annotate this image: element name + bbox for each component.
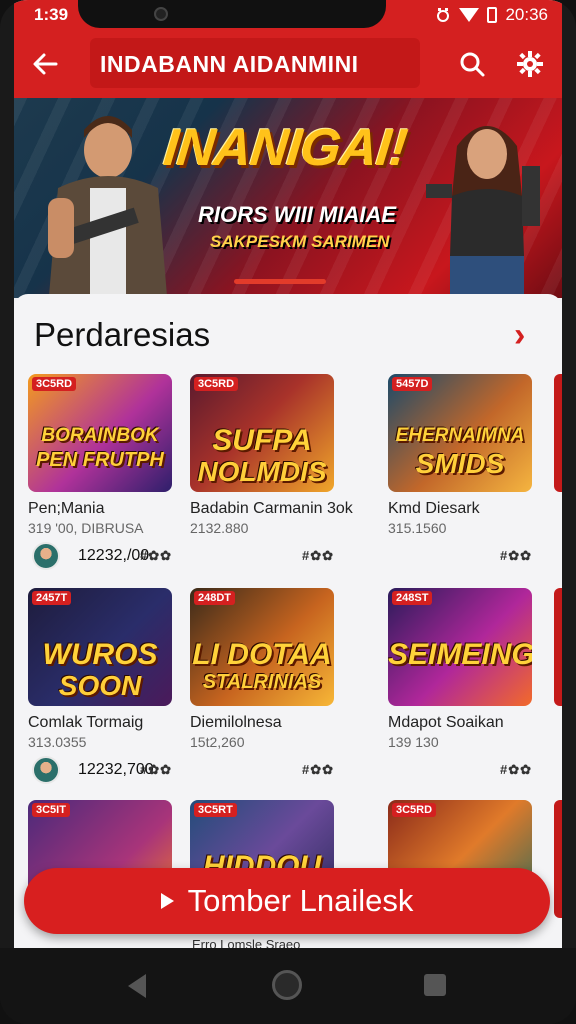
banner-title: INANIGAI! [160, 119, 410, 177]
game-meta: #✿✿ [190, 542, 338, 570]
rating-icons: #✿✿ [499, 548, 532, 563]
screen: 1:39 20:36 INDABANN AIDANMINI INANIGAI! … [14, 0, 562, 948]
phone-frame: 1:39 20:36 INDABANN AIDANMINI INANIGAI! … [0, 0, 576, 1024]
game-art-title: WUROS [42, 638, 158, 671]
game-thumbnail[interactable]: 3C5RD SUFPA NOLMDIS [190, 374, 334, 492]
promo-banner[interactable]: INANIGAI! RIORS WIII MIAIAE SAKPESKM SAR… [14, 98, 562, 298]
game-art-subtitle: STALRINIAS [202, 671, 322, 693]
see-all-chevron-icon[interactable]: › [514, 318, 544, 352]
game-art-subtitle: PEN FRUTPH [36, 449, 164, 471]
game-name[interactable]: Mdapot Soaikan [388, 714, 504, 732]
game-tag-badge: 3C5RD [194, 377, 239, 391]
nav-home-icon[interactable] [272, 970, 302, 1000]
status-bar: 1:39 20:36 [14, 0, 562, 30]
game-meta: #✿✿ [388, 756, 536, 784]
game-tag-badge: 3C5RD [32, 377, 77, 391]
game-stat: 313.0355 [28, 734, 87, 750]
rating-icons: #✿✿ [301, 548, 334, 563]
game-thumbnail[interactable]: 248DT LI DOTAA STALRINIAS [190, 588, 334, 706]
wifi-icon [459, 8, 480, 22]
banner-tagline: SAKPESKM SARIMEN [210, 232, 390, 251]
status-icons: 20:36 [435, 5, 548, 25]
game-stat: 15t2,260 [190, 734, 245, 750]
app-title: INDABANN AIDANMINI [90, 38, 420, 88]
game-art-subtitle: SOON [58, 670, 142, 701]
settings-button[interactable] [512, 46, 548, 82]
partial-card[interactable] [554, 800, 562, 918]
nav-recents-icon[interactable] [424, 974, 446, 996]
partial-card[interactable] [554, 374, 562, 492]
game-thumbnail[interactable]: 5457D EHERNAIMNA SMIDS [388, 374, 532, 492]
game-stat: 315.1560 [388, 520, 447, 536]
game-art-title: SEIMEING [388, 638, 532, 671]
game-tag-badge: 3C5IT [32, 803, 70, 817]
game-name[interactable]: Comlak Tormaig [28, 714, 143, 732]
game-art-title: SUFPA [212, 424, 312, 457]
nav-back-icon[interactable] [128, 974, 146, 998]
notch [78, 0, 386, 28]
system-nav-bar [0, 948, 576, 1024]
game-meta: 12232,700 #✿✿ [28, 756, 176, 784]
avatar[interactable] [32, 542, 60, 570]
search-icon [460, 52, 485, 77]
game-art-subtitle: SMIDS [415, 448, 505, 479]
hero-soldier-image [48, 116, 168, 298]
primary-cta-button[interactable]: Tomber Lnailesk [24, 868, 550, 934]
alarm-icon [437, 8, 450, 22]
game-tag-badge: 3C5RT [194, 803, 237, 817]
section-title: Perdaresias [34, 316, 211, 353]
avatar[interactable] [32, 756, 60, 784]
game-stat: 139 130 [388, 734, 439, 750]
camera-icon [154, 7, 168, 21]
game-thumbnail[interactable]: 2457T WUROS SOON [28, 588, 172, 706]
game-name[interactable]: Pen;Mania [28, 500, 105, 518]
player-count: 12232,/00 [78, 547, 150, 564]
game-thumbnail[interactable]: 248ST SEIMEING [388, 588, 532, 706]
hidden-card-title: Erro Lomsle Sraeo [192, 937, 301, 948]
partial-card[interactable] [554, 588, 562, 706]
rating-icons: #✿✿ [139, 762, 172, 777]
gear-icon [517, 51, 543, 77]
game-name[interactable]: Badabin Carmanin 3ok [190, 500, 353, 518]
play-icon [160, 893, 174, 909]
game-art-title: BORAINBOK [41, 425, 159, 446]
rating-icons: #✿✿ [499, 762, 532, 777]
rating-icons: #✿✿ [301, 762, 334, 777]
carousel-indicator [234, 279, 326, 284]
banner-subtitle: RIORS WIII MIAIAE [198, 202, 396, 227]
status-clock: 20:36 [505, 5, 548, 24]
search-button[interactable] [454, 46, 490, 82]
game-thumbnail[interactable]: 3C5RD BORAINBOK PEN FRUTPH [28, 374, 172, 492]
game-tag-badge: 2457T [32, 591, 72, 605]
game-tag-badge: 248DT [194, 591, 236, 605]
back-arrow-icon[interactable] [30, 48, 64, 82]
game-name[interactable]: Kmd Diesark [388, 500, 480, 518]
game-art-subtitle: NOLMDIS [197, 456, 327, 487]
app-bar: INDABANN AIDANMINI [14, 30, 562, 98]
game-tag-badge: 5457D [392, 377, 433, 391]
cta-label: Tomber Lnailesk [187, 883, 414, 918]
game-art-title: EHERNAIMNA [395, 425, 525, 446]
game-name[interactable]: Diemilolnesa [190, 714, 282, 732]
game-stat: 2132.880 [190, 520, 249, 536]
game-meta: #✿✿ [388, 542, 536, 570]
game-meta: 12232,/00 #✿✿ [28, 542, 176, 570]
game-stat: 319 '00, DIBRUSA [28, 520, 144, 536]
battery-icon [487, 7, 498, 23]
rating-icons: #✿✿ [139, 548, 172, 563]
game-tag-badge: 248ST [392, 591, 433, 605]
game-meta: #✿✿ [190, 756, 338, 784]
game-tag-badge: 3C5RD [392, 803, 437, 817]
games-panel: Perdaresias › 3C5RD BORAINBOK PEN FRUTPH… [14, 294, 562, 948]
game-art-title: LI DOTAA [192, 638, 332, 671]
status-time: 1:39 [34, 5, 69, 24]
